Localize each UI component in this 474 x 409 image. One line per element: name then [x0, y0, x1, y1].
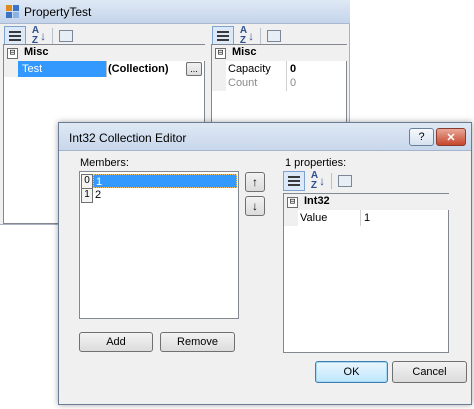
row-gutter — [284, 210, 298, 226]
add-button[interactable]: Add — [79, 332, 153, 352]
ok-button-label: OK — [343, 366, 360, 378]
item-index: 1 — [81, 188, 93, 203]
property-name: Capacity — [228, 63, 271, 75]
move-up-button[interactable]: ↑ — [245, 172, 265, 192]
property-pages-button[interactable] — [334, 171, 356, 191]
property-row-value[interactable]: Value 1 — [284, 210, 448, 226]
property-name: Count — [228, 77, 258, 89]
categorized-button[interactable] — [4, 26, 26, 46]
remove-button-label: Remove — [177, 336, 218, 348]
property-row-test[interactable]: Test (Collection) ... — [4, 61, 204, 77]
category-row-int32[interactable]: ⊟ Int32 — [284, 194, 450, 210]
members-label: Members: — [80, 157, 129, 169]
property-row-count[interactable]: Count 0 — [212, 75, 346, 91]
arrow-up-icon: ↑ — [252, 175, 258, 189]
collection-editor-dialog: Int32 Collection Editor ? ✕ Members: 0 1… — [58, 122, 472, 405]
sort-az-icon: A Z ↓ — [239, 25, 255, 46]
column-divider — [360, 210, 361, 226]
property-value: 1 — [364, 212, 371, 224]
item-value: 1 — [93, 174, 237, 188]
help-button[interactable]: ? — [409, 128, 434, 146]
properties-label: 1 properties: — [285, 157, 347, 169]
category-row-misc[interactable]: ⊟ Misc — [212, 45, 348, 61]
toolbar-separator — [331, 173, 332, 189]
right-grid-toolbar: A Z ↓ — [212, 26, 285, 46]
alphabetical-button[interactable]: A Z ↓ — [307, 171, 329, 191]
left-grid-toolbar: A Z ↓ — [4, 26, 77, 46]
sort-az-icon: A Z ↓ — [31, 25, 47, 46]
property-pages-button[interactable] — [55, 26, 77, 46]
window-title: PropertyTest — [24, 5, 92, 19]
cancel-button-label: Cancel — [412, 366, 447, 378]
arrow-down-icon: ↓ — [252, 199, 258, 213]
property-pages-icon — [338, 175, 352, 187]
sort-az-icon: A Z ↓ — [310, 170, 326, 191]
members-label-text: Members: — [80, 157, 129, 169]
category-label: Misc — [232, 46, 257, 58]
property-pages-icon — [267, 30, 281, 42]
ellipsis-button[interactable]: ... — [186, 62, 202, 76]
categorized-icon — [288, 175, 300, 187]
row-gutter — [4, 61, 18, 77]
add-button-label: Add — [106, 336, 126, 348]
collapse-icon[interactable]: ⊟ — [215, 48, 226, 59]
close-icon: ✕ — [446, 131, 456, 144]
categorized-icon — [9, 30, 21, 42]
property-value: (Collection) — [108, 63, 169, 75]
item-property-grid: ⊟ Int32 Value 1 — [283, 193, 450, 353]
ok-button[interactable]: OK — [315, 361, 388, 383]
list-item[interactable]: 0 1 — [81, 174, 237, 189]
list-item[interactable]: 1 2 — [81, 188, 237, 203]
item-value: 2 — [95, 189, 102, 201]
property-value: 0 — [290, 63, 297, 75]
category-label: Misc — [24, 46, 49, 58]
move-down-button[interactable]: ↓ — [245, 196, 265, 216]
category-label: Int32 — [304, 195, 330, 207]
property-pages-icon — [59, 30, 73, 42]
property-grid-toolbar: A Z ↓ — [283, 171, 356, 191]
members-list[interactable]: 0 1 1 2 — [79, 171, 239, 319]
window-titlebar[interactable]: PropertyTest — [0, 0, 350, 24]
column-divider — [106, 61, 107, 77]
cancel-button[interactable]: Cancel — [392, 361, 467, 383]
app-icon — [6, 5, 19, 18]
alphabetical-button[interactable]: A Z ↓ — [28, 26, 50, 46]
categorized-icon — [217, 30, 229, 42]
category-row-misc[interactable]: ⊟ Misc — [4, 45, 206, 61]
categorized-button[interactable] — [212, 26, 234, 46]
row-gutter — [212, 75, 226, 91]
dialog-titlebar[interactable]: Int32 Collection Editor ? ✕ — [59, 123, 471, 151]
dialog-title: Int32 Collection Editor — [69, 131, 187, 145]
toolbar-separator — [260, 28, 261, 44]
property-name: Value — [300, 212, 328, 224]
item-index: 0 — [81, 174, 93, 189]
collapse-icon[interactable]: ⊟ — [7, 48, 18, 59]
column-divider — [286, 61, 287, 91]
help-icon: ? — [418, 131, 425, 143]
categorized-button[interactable] — [283, 171, 305, 191]
property-pages-button[interactable] — [263, 26, 285, 46]
property-name: Test — [18, 61, 106, 77]
property-value: 0 — [290, 77, 297, 89]
collapse-icon[interactable]: ⊟ — [287, 197, 298, 208]
toolbar-separator — [52, 28, 53, 44]
close-button[interactable]: ✕ — [436, 128, 466, 146]
remove-button[interactable]: Remove — [160, 332, 235, 352]
alphabetical-button[interactable]: A Z ↓ — [236, 26, 258, 46]
